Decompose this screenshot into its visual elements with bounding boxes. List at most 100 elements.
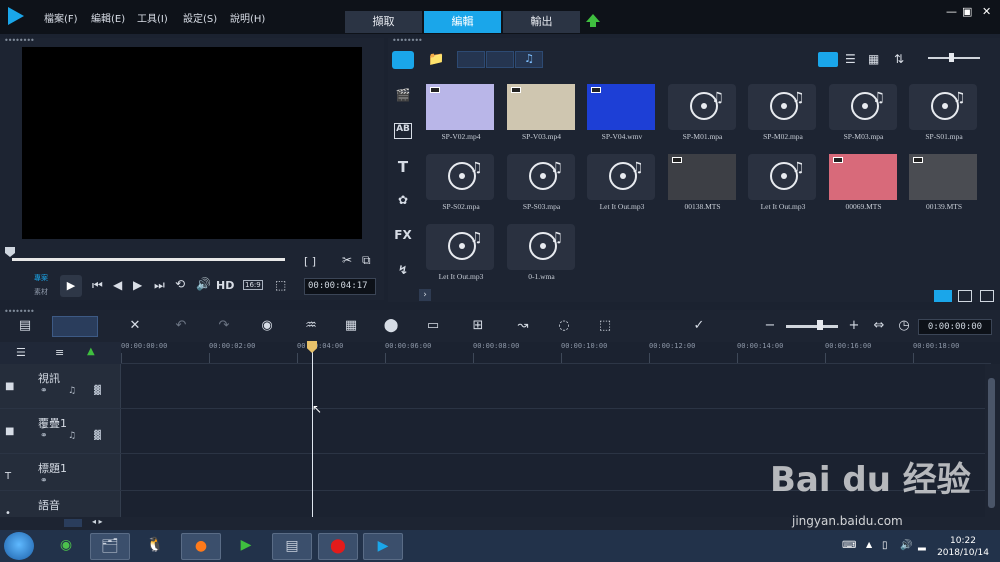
- zoom-out-icon[interactable]: −: [759, 318, 781, 333]
- previous-frame-icon[interactable]: ◀: [113, 278, 122, 292]
- panel-grip-icon[interactable]: ••••••••: [4, 36, 35, 45]
- audio-thumbnail[interactable]: ♫: [426, 154, 494, 200]
- track-visibility-icon[interactable]: ▓: [94, 431, 101, 441]
- change-display-icon[interactable]: ⬚: [275, 278, 286, 292]
- enlarge-preview-icon[interactable]: ⧉: [362, 253, 371, 268]
- library-item[interactable]: SP-V03.mp4: [504, 82, 582, 150]
- tray-volume-icon[interactable]: 🔊: [900, 540, 912, 551]
- show-photos-button[interactable]: [486, 51, 514, 68]
- ripple-link-icon[interactable]: ⚭: [40, 476, 48, 486]
- audio-thumbnail[interactable]: ♫: [667, 84, 736, 130]
- menu-settings[interactable]: 設定(S): [183, 10, 217, 25]
- subtitle-editor-icon[interactable]: ▭: [422, 318, 444, 333]
- scissors-icon[interactable]: ✂: [342, 253, 352, 267]
- minimize-button[interactable]: —: [946, 5, 957, 18]
- start-button[interactable]: [4, 532, 34, 560]
- next-frame-icon[interactable]: ▶: [133, 278, 142, 292]
- taskbar-app-videostudio-icon[interactable]: ▶: [363, 533, 403, 560]
- track-header[interactable]: T 標題1 ⚭: [0, 454, 121, 490]
- vertical-scroll-thumb[interactable]: [988, 378, 995, 508]
- menu-tools[interactable]: 工具(I): [137, 10, 168, 25]
- audio-thumbnail[interactable]: ♫: [587, 154, 655, 200]
- track-manager-icon[interactable]: ☰: [16, 346, 26, 359]
- timeline-track[interactable]: ■ 視訊 ⚭ ♫ ▓: [0, 364, 1000, 409]
- taskbar-app-document-icon[interactable]: ▤: [272, 533, 312, 560]
- record-capture-icon[interactable]: ◉: [256, 318, 278, 333]
- home-icon[interactable]: ⏮: [92, 278, 103, 293]
- track-header[interactable]: ■ 覆疊1 ⚭ ♫ ▓: [0, 409, 121, 453]
- track-toggle-button[interactable]: [64, 519, 82, 527]
- project-mode-label[interactable]: 專案: [34, 273, 48, 283]
- tab-share[interactable]: 輸出: [503, 11, 580, 33]
- library-item[interactable]: ♫ SP-M01.mpa: [665, 82, 743, 150]
- video-thumbnail[interactable]: [828, 154, 897, 200]
- sort-icon[interactable]: ⇅: [894, 52, 904, 66]
- video-thumbnail[interactable]: [426, 84, 494, 130]
- ripple-link-icon[interactable]: ⚭: [40, 431, 48, 441]
- taskbar-app-media-icon[interactable]: ▶: [226, 533, 266, 560]
- restore-button[interactable]: ▣: [962, 5, 972, 18]
- volume-icon[interactable]: 🔊: [196, 277, 211, 291]
- auto-music-icon[interactable]: ▦: [340, 318, 362, 333]
- end-icon[interactable]: ⏭: [154, 278, 165, 293]
- close-button[interactable]: ✕: [982, 5, 991, 18]
- redo-icon[interactable]: ↷: [213, 318, 235, 333]
- thumbnail-view-button[interactable]: [818, 52, 838, 67]
- tools-icon[interactable]: ✕: [124, 318, 146, 333]
- audio-thumbnail[interactable]: ♫: [828, 84, 897, 130]
- pan-zoom-icon[interactable]: ⬚: [594, 318, 616, 333]
- add-cue-icon[interactable]: ▲: [87, 346, 95, 357]
- timeline-ruler[interactable]: 00:00:00:00 00:00:02:00 00:00:04:00 00:00:0…: [121, 342, 991, 364]
- instant-project-icon[interactable]: 🎬: [394, 88, 412, 104]
- play-button[interactable]: ▶: [60, 275, 82, 297]
- list-view-icon[interactable]: ☰: [845, 52, 856, 66]
- tray-device-icon[interactable]: ▯: [882, 540, 888, 551]
- library-item[interactable]: ♫ Let It Out.mp3: [745, 152, 823, 220]
- tab-capture[interactable]: 擷取: [345, 11, 422, 33]
- multi-camera-icon[interactable]: ⊞: [467, 318, 489, 333]
- menu-edit[interactable]: 編輯(E): [91, 10, 125, 25]
- grid-view-icon[interactable]: ▦: [868, 52, 879, 66]
- library-item[interactable]: ♫ Let It Out.mp3: [584, 152, 662, 220]
- graphics-icon[interactable]: ✿: [394, 193, 412, 209]
- path-icon[interactable]: ↯: [394, 263, 412, 279]
- video-thumbnail[interactable]: [506, 84, 575, 130]
- audio-thumbnail[interactable]: ♫: [426, 224, 494, 270]
- zoom-knob[interactable]: [817, 320, 823, 330]
- tray-arrow-icon[interactable]: ▲: [866, 540, 872, 549]
- taskbar-app-recorder-icon[interactable]: ⬤: [318, 533, 358, 560]
- library-item[interactable]: SP-V02.mp4: [423, 82, 501, 150]
- library-item[interactable]: ♫ 0-1.wma: [504, 222, 582, 290]
- track-visibility-icon[interactable]: ▓: [94, 386, 101, 396]
- repeat-icon[interactable]: ⟲: [175, 277, 185, 291]
- hd-toggle[interactable]: HD: [216, 279, 234, 292]
- library-item[interactable]: ♫ SP-M03.mpa: [826, 82, 904, 150]
- track-audio-icon[interactable]: ♫: [68, 386, 76, 396]
- audio-thumbnail[interactable]: ♫: [506, 154, 575, 200]
- zoom-slider[interactable]: [786, 325, 838, 328]
- taskbar-clock[interactable]: 10:22 2018/10/14: [932, 535, 994, 559]
- thumb-size-knob[interactable]: [949, 53, 954, 62]
- taskbar-app-explorer-icon[interactable]: 🗂: [90, 533, 130, 560]
- create-project-icon[interactable]: ✓: [688, 318, 710, 333]
- audio-thumbnail[interactable]: ♫: [909, 84, 977, 130]
- audio-thumbnail[interactable]: ♫: [748, 154, 816, 200]
- storyboard-view-icon[interactable]: ▤: [14, 318, 36, 333]
- library-item[interactable]: ♫ SP-S03.mpa: [504, 152, 582, 220]
- show-audio-button[interactable]: ♫: [515, 51, 543, 68]
- transition-icon[interactable]: AB: [394, 123, 412, 139]
- taskbar-app-firefox-icon[interactable]: ●: [181, 533, 221, 560]
- video-thumbnail[interactable]: [909, 154, 977, 200]
- timeline-view-button[interactable]: [52, 316, 98, 337]
- timeline-track[interactable]: ■ 覆疊1 ⚭ ♫ ▓: [0, 409, 1000, 454]
- library-item[interactable]: ♫ SP-M02.mpa: [745, 82, 823, 150]
- timeline-grip-icon[interactable]: ••••••••: [4, 307, 35, 316]
- library-item[interactable]: ♫ SP-S01.mpa: [906, 82, 984, 150]
- media-category-icon[interactable]: [392, 51, 414, 69]
- sound-mixer-icon[interactable]: ♒: [300, 318, 322, 333]
- tray-keyboard-icon[interactable]: ⌨: [842, 540, 856, 551]
- library-item[interactable]: ♫ SP-S02.mpa: [423, 152, 501, 220]
- menu-file[interactable]: 檔案(F): [44, 10, 78, 25]
- mark-in-out-icon[interactable]: [ ]: [304, 255, 316, 268]
- menu-help[interactable]: 說明(H): [230, 10, 265, 25]
